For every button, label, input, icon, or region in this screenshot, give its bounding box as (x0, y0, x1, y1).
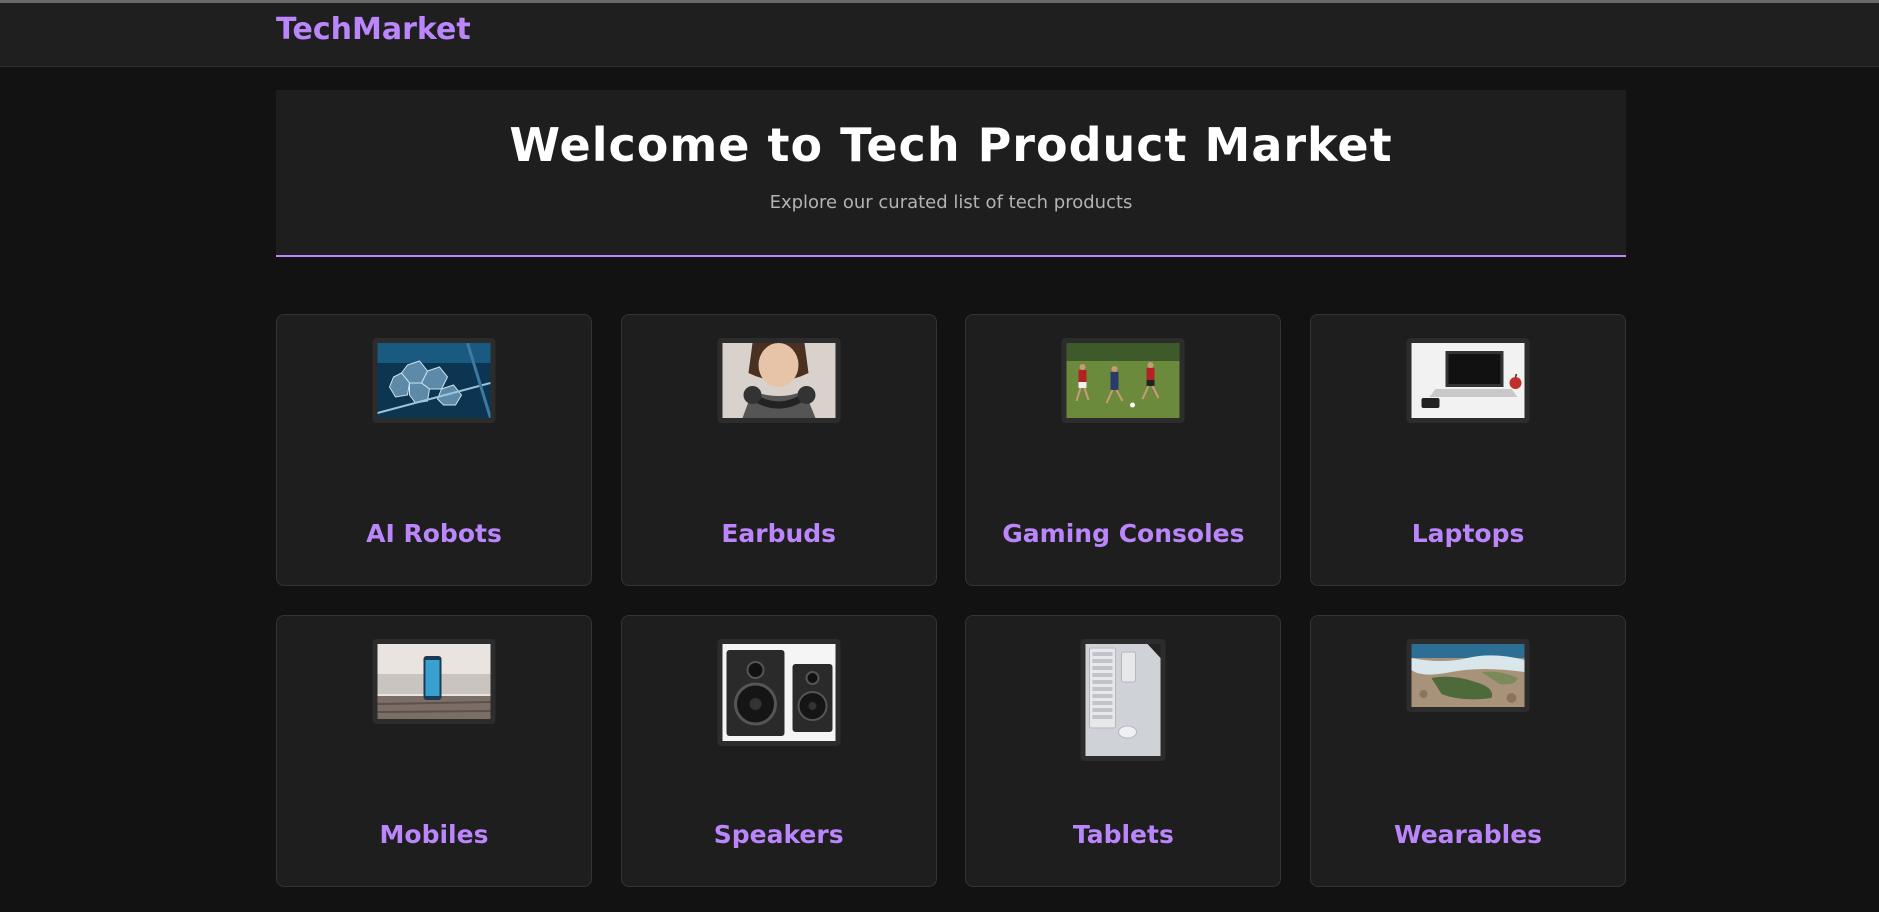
hero-banner: Welcome to Tech Product Market Explore o… (276, 90, 1626, 257)
headphones-image (717, 338, 841, 423)
category-label: Speakers (713, 820, 844, 849)
keyboard-mouse-image (1080, 639, 1166, 761)
category-card-gaming-consoles[interactable]: Gaming Consoles (965, 314, 1282, 586)
category-card-earbuds[interactable]: Earbuds (620, 314, 937, 586)
page-title: Welcome to Tech Product Market (509, 118, 1393, 172)
category-label: Gaming Consoles (1002, 519, 1245, 548)
speakers-image (717, 639, 841, 746)
category-label: AI Robots (366, 519, 502, 548)
category-card-wearables[interactable]: Wearables (1310, 615, 1627, 887)
brand-logo-link[interactable]: TechMarket (276, 12, 471, 47)
robot-telescope-image (372, 338, 496, 423)
smartphone-image (372, 639, 496, 724)
category-grid: AI Robots Earbuds Gaming Consoles Laptop… (276, 314, 1627, 887)
category-label: Mobiles (379, 820, 489, 849)
category-card-ai-robots[interactable]: AI Robots (276, 314, 592, 586)
page-subtitle: Explore our curated list of tech product… (769, 192, 1133, 213)
coastline-image (1406, 639, 1530, 712)
category-card-mobiles[interactable]: Mobiles (276, 615, 592, 887)
category-label: Laptops (1411, 519, 1525, 548)
soccer-players-image (1061, 338, 1185, 423)
laptop-image (1406, 338, 1530, 423)
category-label: Tablets (1072, 820, 1174, 849)
category-card-tablets[interactable]: Tablets (965, 615, 1282, 887)
category-card-speakers[interactable]: Speakers (620, 615, 937, 887)
category-card-laptops[interactable]: Laptops (1310, 314, 1627, 586)
category-label: Wearables (1394, 820, 1543, 849)
category-label: Earbuds (721, 519, 837, 548)
navbar: TechMarket (0, 3, 1879, 67)
